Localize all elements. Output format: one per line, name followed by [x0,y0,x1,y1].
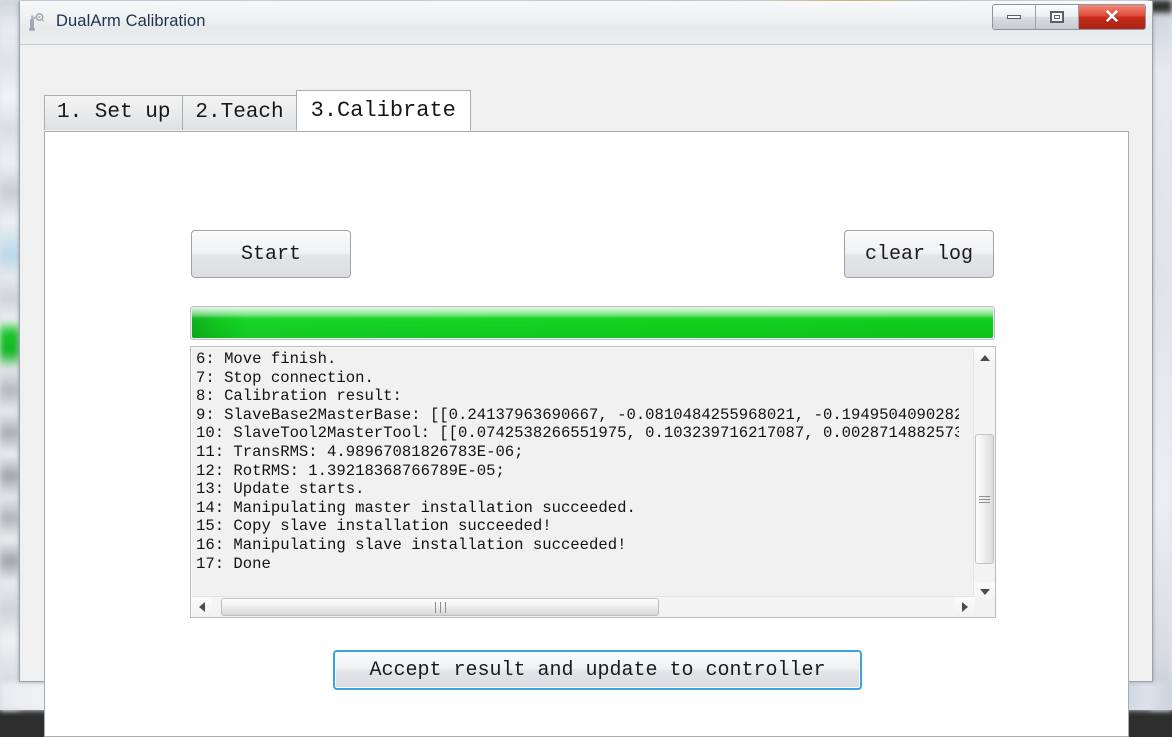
log-line: 12: RotRMS: 1.39218368766789E-05; [196,462,959,481]
log-line: 14: Manipulating master installation suc… [196,499,959,518]
scroll-left-button[interactable] [192,597,212,617]
log-line: 15: Copy slave installation succeeded! [196,517,959,536]
log-line: 16: Manipulating slave installation succ… [196,536,959,555]
scroll-up-button[interactable] [974,348,995,367]
tab-setup[interactable]: 1. Set up [44,95,183,130]
restore-icon [1050,11,1064,23]
triangle-down-icon [980,589,990,595]
close-icon: ✕ [1104,8,1120,27]
backdrop-left-strip [0,0,19,710]
robot-arm-icon [25,11,47,33]
log-line: 10: SlaveTool2MasterTool: [[0.0742538266… [196,424,959,443]
accept-result-button[interactable]: Accept result and update to controller [333,650,862,690]
log-output-panel[interactable]: 6: Move finish.7: Stop connection.8: Cal… [190,346,996,618]
window-titlebar[interactable]: DualArm Calibration ✕ [20,1,1152,45]
horizontal-scrollbar-thumb[interactable] [221,598,659,616]
start-button[interactable]: Start [191,230,351,278]
log-line: 8: Calibration result: [196,387,959,406]
scroll-down-button[interactable] [974,582,995,601]
maximize-restore-button[interactable] [1036,5,1079,29]
calibration-progress-bar [190,306,995,340]
tab-teach[interactable]: 2.Teach [182,95,296,130]
log-vertical-scrollbar[interactable] [973,348,994,601]
tab-panel-calibrate: Start clear log 6: Move finish.7: Stop c… [44,131,1129,737]
close-button[interactable]: ✕ [1079,5,1145,29]
grip-lines-icon [979,494,990,505]
clear-log-button[interactable]: clear log [844,230,994,278]
tab-calibrate[interactable]: 3.Calibrate [296,90,471,131]
progress-fill [192,308,993,338]
log-line: 17: Done [196,555,959,574]
log-line: 9: SlaveBase2MasterBase: [[0.24137963690… [196,406,959,425]
window-controls: ✕ [992,4,1146,30]
minimize-icon [1007,15,1021,19]
log-line: 11: TransRMS: 4.98967081826783E-06; [196,443,959,462]
log-line: 7: Stop connection. [196,369,959,388]
triangle-up-icon [980,355,990,361]
window-title: DualArm Calibration [56,12,206,31]
vertical-scrollbar-thumb[interactable] [975,434,994,564]
application-window: DualArm Calibration ✕ 1. Set up 2.Teach … [19,1,1153,682]
minimize-button[interactable] [993,5,1036,29]
grip-lines-icon [433,602,448,613]
log-line: 6: Move finish. [196,350,959,369]
tabstrip: 1. Set up 2.Teach 3.Calibrate [44,90,470,130]
backdrop-right-strip [1150,0,1172,710]
scroll-right-button[interactable] [955,597,975,617]
window-client-area: 1. Set up 2.Teach 3.Calibrate Start clea… [20,45,1152,681]
log-line: 13: Update starts. [196,480,959,499]
triangle-right-icon [962,602,968,612]
triangle-left-icon [199,602,205,612]
log-horizontal-scrollbar[interactable] [192,596,975,616]
log-text: 6: Move finish.7: Stop connection.8: Cal… [196,350,959,584]
